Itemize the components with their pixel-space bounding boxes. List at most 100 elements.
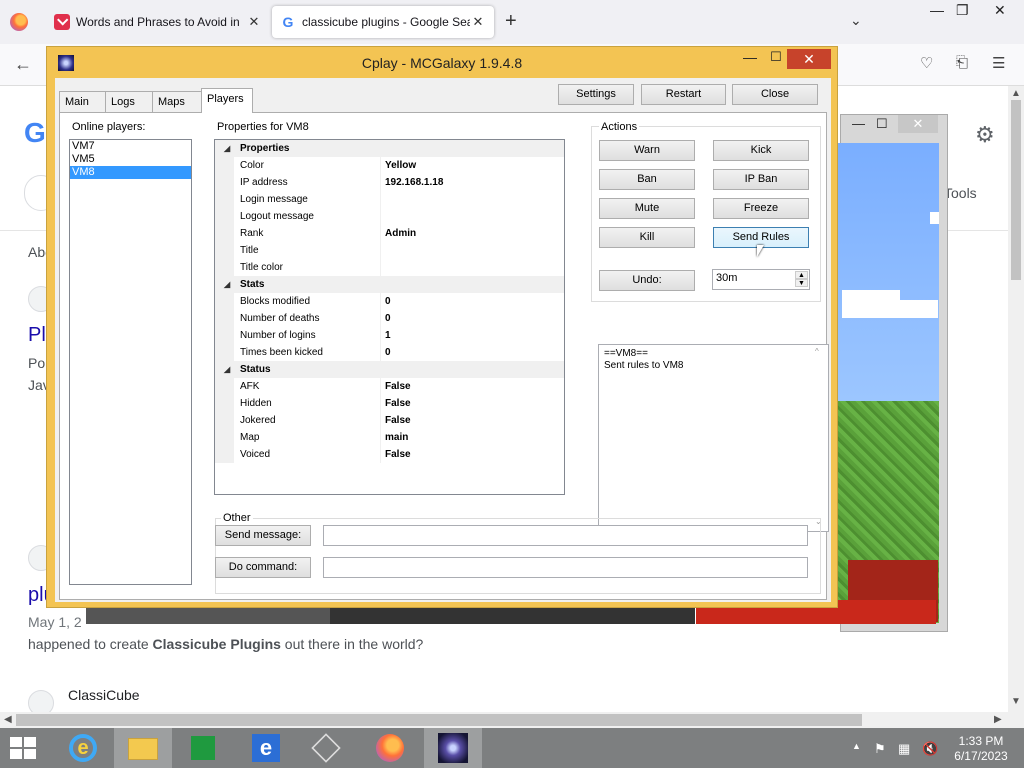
close-icon[interactable]: ✕ xyxy=(994,2,1006,19)
minimize-icon[interactable]: — xyxy=(930,2,944,18)
warn-button[interactable]: Warn xyxy=(599,140,695,161)
collapse-triangle-icon[interactable]: ◢ xyxy=(224,276,230,293)
action-output-log[interactable]: ==VM8== Sent rules to VM8 ^ ⌄ xyxy=(598,344,829,532)
internet-explorer-tile-icon[interactable]: e xyxy=(236,728,294,768)
property-value[interactable]: 192.168.1.18 xyxy=(385,174,443,191)
output-scrollbar[interactable]: ^ ⌄ xyxy=(812,345,828,531)
result-site-name[interactable]: ClassiCube xyxy=(68,687,140,703)
do-command-button[interactable]: Do command: xyxy=(215,557,311,578)
scroll-right-arrow[interactable]: ▶ xyxy=(994,714,1002,725)
collapse-triangle-icon[interactable]: ◢ xyxy=(224,361,230,378)
property-row[interactable]: Jokered False xyxy=(215,412,564,429)
property-row[interactable]: AFK False xyxy=(215,378,564,395)
tab-players[interactable]: Players xyxy=(201,88,253,113)
google-logo[interactable]: G xyxy=(24,117,46,149)
browser-tab-words[interactable]: Words and Phrases to Avoid in ✕ xyxy=(46,6,270,38)
minimize-icon[interactable]: — xyxy=(737,49,763,69)
do-command-input[interactable] xyxy=(323,557,808,578)
firefox-taskbar-icon[interactable] xyxy=(360,728,418,768)
scroll-left-arrow[interactable]: ◀ xyxy=(4,714,12,725)
close-button[interactable]: Close xyxy=(732,84,818,105)
tab-main[interactable]: Main xyxy=(59,91,106,112)
menu-icon[interactable]: ☰ xyxy=(992,54,1005,72)
property-value[interactable]: 0 xyxy=(385,293,391,310)
show-hidden-icons-icon[interactable]: ▲ xyxy=(852,741,861,751)
mute-button[interactable]: Mute xyxy=(599,198,695,219)
property-row[interactable]: IP address 192.168.1.18 xyxy=(215,174,564,191)
store-icon[interactable] xyxy=(174,728,232,768)
extensions-icon[interactable]: ⎗ xyxy=(956,54,968,71)
kill-button[interactable]: Kill xyxy=(599,227,695,248)
property-value[interactable]: Admin xyxy=(385,225,416,242)
property-value[interactable]: False xyxy=(385,395,411,412)
scroll-up-arrow[interactable]: ▲ xyxy=(1011,88,1021,99)
title-bar[interactable]: Cplay - MCGalaxy 1.9.4.8 — ☐ ✕ xyxy=(47,47,837,77)
result-link[interactable]: Pl xyxy=(28,324,46,347)
property-row[interactable]: Color Yellow xyxy=(215,157,564,174)
property-row[interactable]: Login message xyxy=(215,191,564,208)
close-tab-icon[interactable]: ✕ xyxy=(246,14,262,30)
property-value[interactable]: Yellow xyxy=(385,157,416,174)
undo-button[interactable]: Undo: xyxy=(599,270,695,291)
undo-duration-field[interactable]: 30m ▲ ▼ xyxy=(712,269,810,290)
restore-icon[interactable]: ❐ xyxy=(956,2,969,19)
tab-maps[interactable]: Maps xyxy=(152,91,202,112)
collapse-triangle-icon[interactable]: ◢ xyxy=(224,140,230,157)
firefox-icon[interactable] xyxy=(10,13,28,31)
mcgalaxy-taskbar-icon[interactable] xyxy=(424,728,482,768)
property-value[interactable]: 1 xyxy=(385,327,391,344)
tab-logs[interactable]: Logs xyxy=(105,91,153,112)
ban-button[interactable]: Ban xyxy=(599,169,695,190)
send-message-button[interactable]: Send message: xyxy=(215,525,311,546)
property-value[interactable]: 0 xyxy=(385,310,391,327)
property-row[interactable]: Times been kicked 0 xyxy=(215,344,564,361)
windows-start-icon[interactable] xyxy=(10,737,38,759)
freeze-button[interactable]: Freeze xyxy=(713,198,809,219)
property-row[interactable]: Title xyxy=(215,242,564,259)
scroll-down-arrow[interactable]: ▼ xyxy=(1011,696,1021,707)
close-tab-icon[interactable]: ✕ xyxy=(470,14,486,30)
spin-up-icon[interactable]: ▲ xyxy=(795,271,808,279)
send-message-input[interactable] xyxy=(323,525,808,546)
property-category[interactable]: ◢ Stats xyxy=(215,276,564,293)
minimize-icon[interactable]: — xyxy=(852,116,865,131)
volume-muted-icon[interactable]: 🔇 xyxy=(922,741,938,757)
list-item[interactable]: VM5 xyxy=(70,153,191,166)
close-icon[interactable]: ✕ xyxy=(898,115,938,133)
list-item-selected[interactable]: VM8 xyxy=(70,166,191,179)
back-arrow-icon[interactable]: ← xyxy=(14,54,32,75)
property-category[interactable]: ◢ Status xyxy=(215,361,564,378)
list-item[interactable]: VM7 xyxy=(70,140,191,153)
property-value[interactable]: main xyxy=(385,429,408,446)
classicube-launcher-icon[interactable] xyxy=(296,728,354,768)
property-row[interactable]: Voiced False xyxy=(215,446,564,463)
property-category[interactable]: ◢ Properties xyxy=(215,140,564,157)
property-row[interactable]: Hidden False xyxy=(215,395,564,412)
list-all-tabs-icon[interactable]: ⌄ xyxy=(850,12,862,29)
property-row[interactable]: Number of deaths 0 xyxy=(215,310,564,327)
maximize-icon[interactable]: ☐ xyxy=(876,116,888,132)
property-row[interactable]: Rank Admin xyxy=(215,225,564,242)
pocket-save-icon[interactable]: ♡ xyxy=(920,54,933,72)
ip-ban-button[interactable]: IP Ban xyxy=(713,169,809,190)
spin-down-icon[interactable]: ▼ xyxy=(795,279,808,287)
new-tab-button[interactable]: + xyxy=(505,10,517,33)
property-row[interactable]: Logout message xyxy=(215,208,564,225)
close-icon[interactable]: ✕ xyxy=(787,49,831,69)
system-clock[interactable]: 1:33 PM 6/17/2023 xyxy=(946,734,1016,764)
maximize-icon[interactable]: ☐ xyxy=(763,49,789,69)
vertical-scroll-thumb[interactable] xyxy=(1011,100,1021,280)
restart-button[interactable]: Restart xyxy=(641,84,726,105)
property-row[interactable]: Number of logins 1 xyxy=(215,327,564,344)
scroll-up-arrow[interactable]: ^ xyxy=(815,347,819,356)
property-row[interactable]: Blocks modified 0 xyxy=(215,293,564,310)
kick-button[interactable]: Kick xyxy=(713,140,809,161)
file-explorer-icon[interactable] xyxy=(114,728,172,768)
property-value[interactable]: False xyxy=(385,378,411,395)
internet-explorer-icon[interactable]: e xyxy=(54,728,112,768)
property-row[interactable]: Title color xyxy=(215,259,564,276)
property-value[interactable]: 0 xyxy=(385,344,391,361)
action-center-flag-icon[interactable]: ⚑ xyxy=(874,741,886,757)
settings-gear-icon[interactable]: ⚙ xyxy=(975,122,995,148)
property-grid[interactable]: ◢ Properties Color Yellow IP address 192.168.… xyxy=(214,139,565,495)
